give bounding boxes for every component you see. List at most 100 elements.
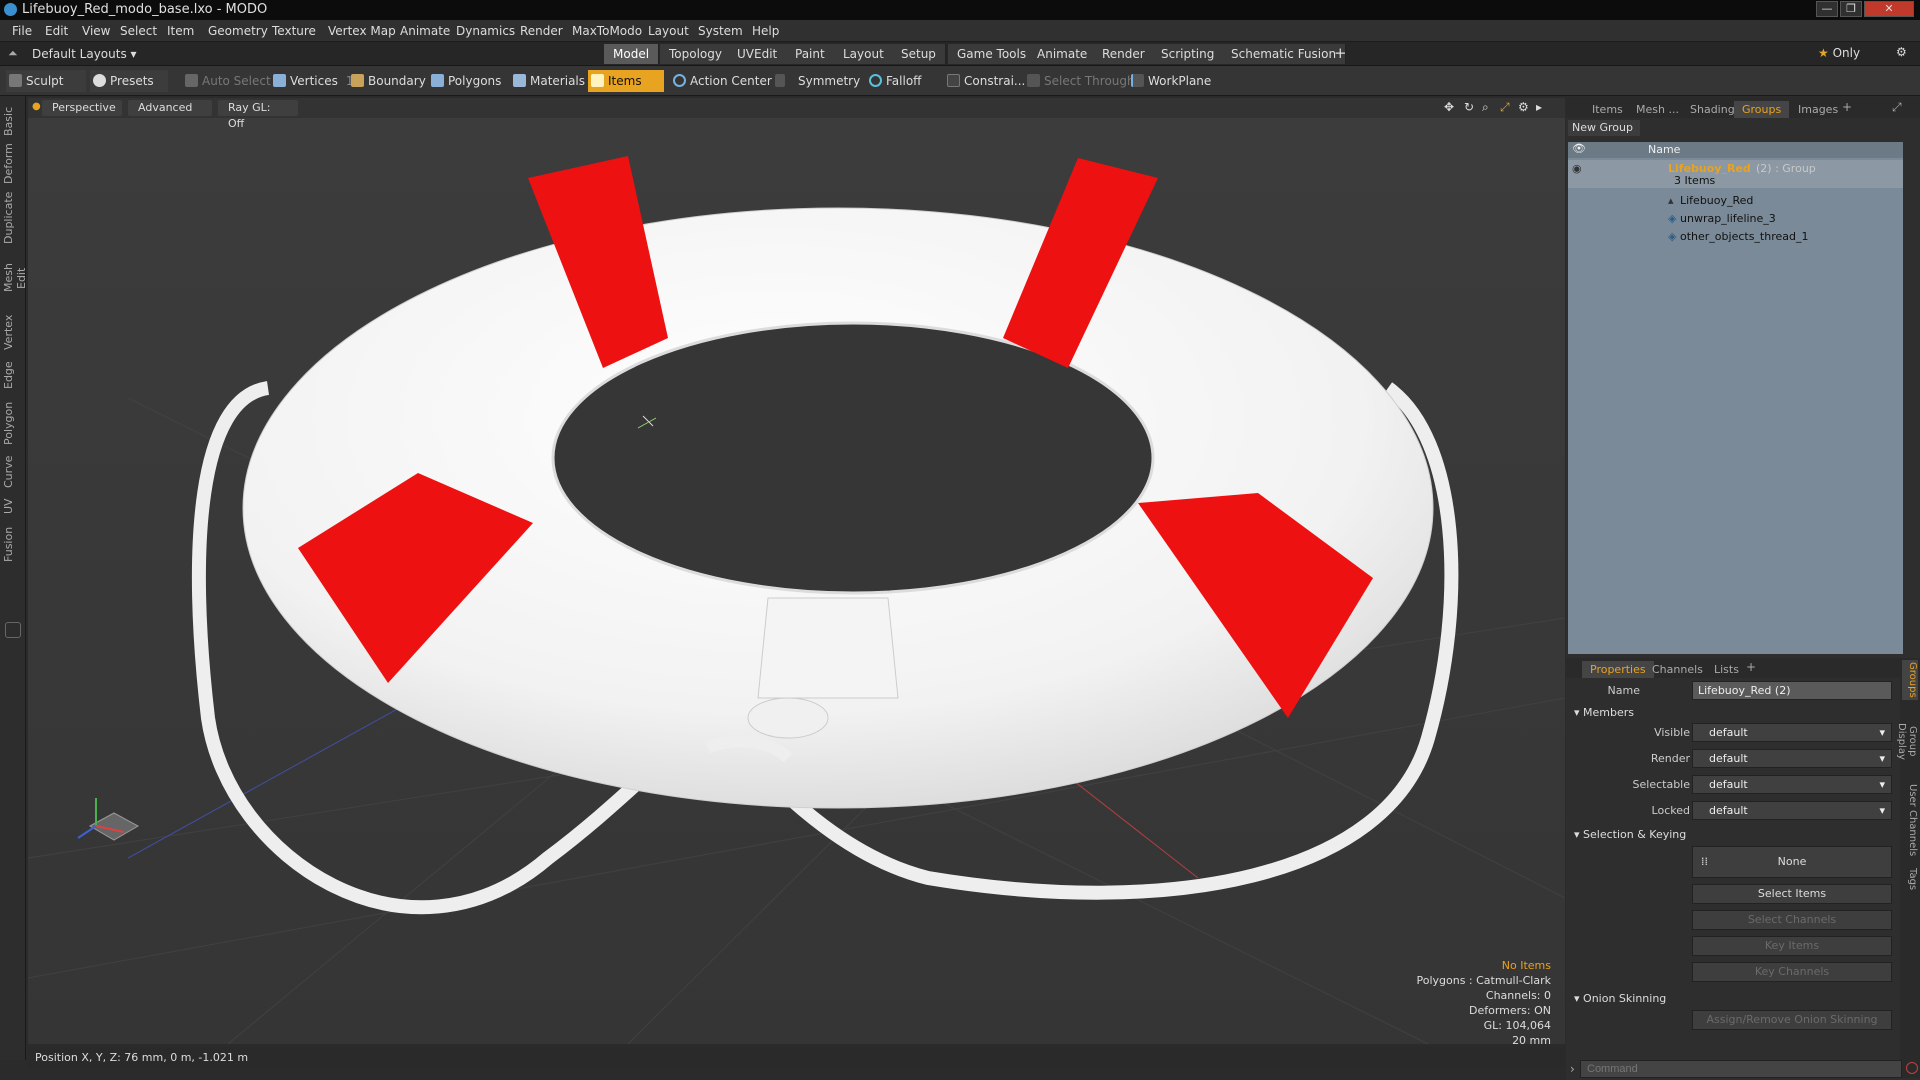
eye-column-icon[interactable]: 👁: [1572, 142, 1586, 155]
tab-topology[interactable]: Topology: [660, 44, 732, 64]
tree-item-unwrap-lifeline[interactable]: ◈ unwrap_lifeline_3: [1568, 210, 1903, 228]
tab-lists[interactable]: Lists: [1706, 661, 1747, 678]
tab-setup[interactable]: Setup: [892, 44, 946, 64]
sidetab-group-display[interactable]: Group Display: [1896, 706, 1918, 776]
vtab-duplicate[interactable]: Duplicate: [2, 192, 24, 244]
layout-arrow-icon[interactable]: ⏶: [8, 46, 18, 61]
gear-icon[interactable]: ⚙: [1896, 45, 1907, 59]
sidetab-user-channels[interactable]: User Channels: [1902, 782, 1918, 858]
zoom-icon[interactable]: ⌕: [1482, 100, 1489, 115]
workplane-button[interactable]: WorkPlane: [1128, 70, 1211, 92]
menu-layout[interactable]: Layout: [648, 24, 689, 38]
members-section[interactable]: ▾ Members: [1574, 706, 1634, 719]
menu-animate[interactable]: Animate: [400, 24, 450, 38]
vtab-edge[interactable]: Edge: [2, 358, 24, 392]
tab-model[interactable]: Model: [604, 44, 660, 64]
view-mode-button[interactable]: Perspective: [42, 100, 122, 116]
selection-keying-section[interactable]: ▾ Selection & Keying: [1574, 828, 1686, 841]
vtab-vertex[interactable]: Vertex: [2, 312, 24, 352]
sidetab-groups[interactable]: Groups: [1902, 660, 1918, 700]
tab-animate[interactable]: Animate: [1028, 44, 1098, 64]
presets-button[interactable]: Presets: [90, 70, 168, 92]
render-dropdown[interactable]: default ▾: [1692, 749, 1892, 768]
command-input[interactable]: [1580, 1060, 1902, 1078]
menu-item[interactable]: Item: [167, 24, 194, 38]
items-button[interactable]: Items: [588, 70, 664, 92]
vtab-polygon[interactable]: Polygon: [2, 400, 24, 446]
panel-expand-icon[interactable]: ⤢: [1892, 100, 1902, 115]
key-items-button[interactable]: Key Items: [1692, 936, 1892, 956]
menu-render[interactable]: Render: [520, 24, 563, 38]
onion-button[interactable]: Assign/Remove Onion Skinning: [1692, 1010, 1892, 1030]
selectable-dropdown[interactable]: default ▾: [1692, 775, 1892, 794]
vertices-button[interactable]: Vertices 1: [270, 70, 354, 92]
tab-groups[interactable]: Groups: [1734, 101, 1790, 118]
falloff-button[interactable]: Falloff: [866, 70, 921, 92]
tab-scripting[interactable]: Scripting: [1152, 44, 1225, 64]
3d-viewport[interactable]: ● Perspective Advanced Ray GL: Off ✥ ↻ ⌕…: [28, 98, 1565, 1044]
symmetry-button[interactable]: Symmetry: [772, 70, 860, 92]
close-button[interactable]: ✕: [1864, 1, 1914, 17]
layout-selector[interactable]: Default Layouts ▾: [32, 47, 137, 61]
vtab-mesh-edit[interactable]: Mesh Edit: [2, 252, 28, 304]
auto-select-button[interactable]: Auto Select: [182, 70, 271, 92]
boundary-button[interactable]: Boundary: [348, 70, 426, 92]
select-through-button[interactable]: Select Through: [1024, 70, 1135, 92]
menu-file[interactable]: File: [12, 24, 32, 38]
tab-images[interactable]: Images: [1790, 101, 1846, 118]
select-channels-button[interactable]: Select Channels: [1692, 910, 1892, 930]
shading-mode-button[interactable]: Advanced: [128, 100, 212, 116]
menu-edit[interactable]: Edit: [45, 24, 68, 38]
menu-dynamics[interactable]: Dynamics: [456, 24, 515, 38]
rotate-icon[interactable]: ↻: [1464, 100, 1474, 114]
tab-schematic-fusion[interactable]: Schematic Fusion: [1222, 44, 1347, 64]
materials-button[interactable]: Materials: [510, 70, 585, 92]
sidetab-tags[interactable]: Tags: [1902, 864, 1918, 894]
select-items-button[interactable]: Select Items: [1692, 884, 1892, 904]
menu-maxtomodo[interactable]: MaxToModo: [572, 24, 642, 38]
raygl-button[interactable]: Ray GL: Off: [218, 100, 298, 130]
visible-dropdown[interactable]: default ▾: [1692, 723, 1892, 742]
viewport-menu-dot[interactable]: ●: [32, 101, 41, 112]
polygons-button[interactable]: Polygons: [428, 70, 501, 92]
tab-mesh[interactable]: Mesh ...: [1628, 101, 1687, 118]
tab-channels[interactable]: Channels: [1644, 661, 1711, 678]
add-tab-icon[interactable]: +: [1334, 44, 1347, 62]
tab-properties[interactable]: Properties: [1582, 661, 1654, 678]
menu-view[interactable]: View: [82, 24, 110, 38]
menu-vertex-map[interactable]: Vertex Map: [328, 24, 396, 38]
menu-texture[interactable]: Texture: [272, 24, 316, 38]
menu-select[interactable]: Select: [120, 24, 157, 38]
onion-section[interactable]: ▾ Onion Skinning: [1574, 992, 1666, 1005]
maximize-viewport-icon[interactable]: ⤢: [1500, 100, 1510, 115]
viewport-settings-icon[interactable]: ⚙: [1518, 100, 1529, 114]
name-field[interactable]: Lifebuoy_Red (2): [1692, 681, 1892, 700]
tab-render[interactable]: Render: [1093, 44, 1155, 64]
maximize-button[interactable]: ❐: [1840, 1, 1862, 17]
tab-uvedit[interactable]: UVEdit: [728, 44, 788, 64]
sculpt-button[interactable]: Sculpt: [6, 70, 86, 92]
viewport-expand-icon[interactable]: ▸: [1536, 100, 1542, 114]
only-toggle[interactable]: ★ Only: [1818, 46, 1860, 60]
locked-dropdown[interactable]: default ▾: [1692, 801, 1892, 820]
tab-paint[interactable]: Paint: [786, 44, 835, 64]
new-group-button[interactable]: New Group: [1568, 120, 1640, 136]
vtab-deform[interactable]: Deform: [2, 143, 24, 184]
strip-toggle-button[interactable]: [5, 622, 21, 638]
vtab-fusion[interactable]: Fusion: [2, 524, 24, 564]
menu-system[interactable]: System: [698, 24, 743, 38]
minimize-button[interactable]: —: [1816, 1, 1838, 17]
add-props-tab-icon[interactable]: +: [1746, 660, 1756, 674]
vtab-basic[interactable]: Basic: [2, 104, 24, 138]
tab-layout[interactable]: Layout: [834, 44, 894, 64]
none-button[interactable]: ⁞⁞ None: [1692, 846, 1892, 878]
vtab-uv[interactable]: UV: [2, 496, 24, 516]
action-center-button[interactable]: Action Center: [670, 70, 772, 92]
menu-help[interactable]: Help: [752, 24, 779, 38]
add-panel-tab-icon[interactable]: +: [1842, 100, 1852, 114]
tree-item-other-objects[interactable]: ◈ other_objects_thread_1: [1568, 228, 1903, 246]
vtab-curve[interactable]: Curve: [2, 454, 24, 490]
key-channels-button[interactable]: Key Channels: [1692, 962, 1892, 982]
record-icon[interactable]: [1906, 1062, 1918, 1074]
tab-items[interactable]: Items: [1584, 101, 1631, 118]
